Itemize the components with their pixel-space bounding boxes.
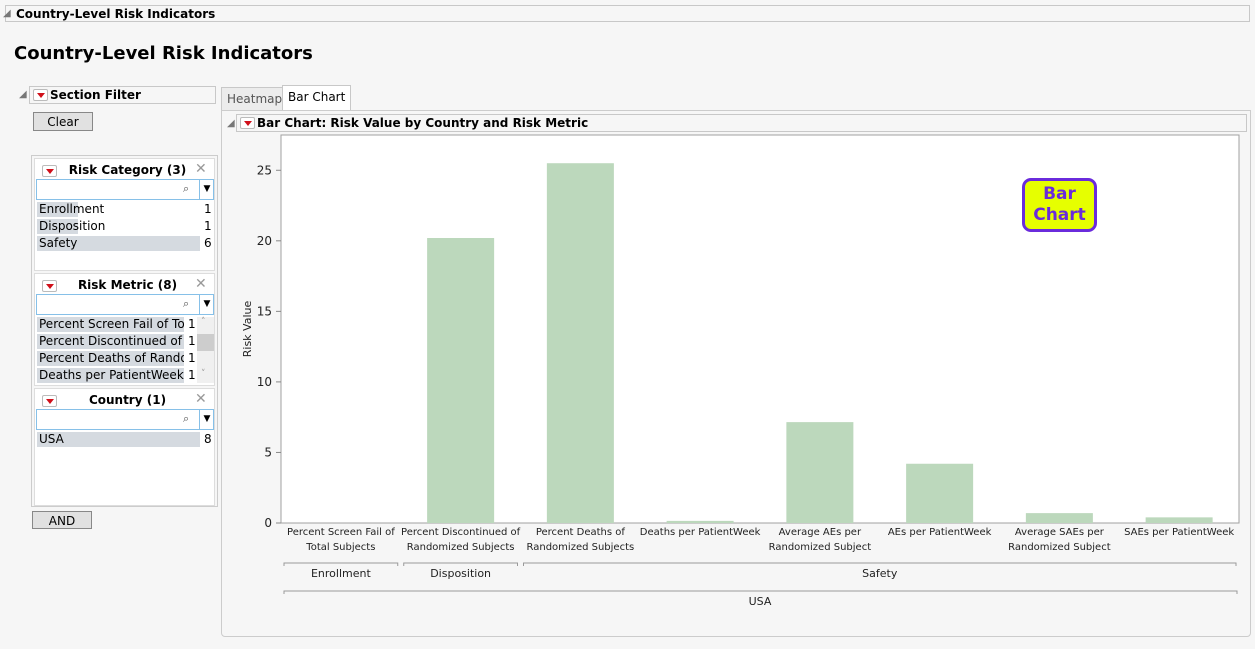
x-category-label: Percent Screen Fail of (287, 527, 395, 538)
x-category-label: Total Subjects (305, 542, 375, 553)
y-tick-label: 0 (264, 516, 272, 530)
bar (906, 463, 974, 523)
y-tick-label: 5 (264, 445, 272, 459)
x-category-label: SAEs per PatientWeek (1124, 527, 1234, 538)
bar-chart: 0 5 10 15 20 25 Risk Value Percent Screen Fail … (241, 134, 1240, 608)
group-bracket (283, 562, 399, 566)
country-label: USA (749, 595, 772, 608)
bar (1025, 513, 1093, 523)
y-tick-label: 15 (257, 304, 272, 318)
x-category-label: Deaths per PatientWeek (640, 527, 761, 538)
y-tick-label: 10 (257, 375, 272, 389)
x-category-label: Average AEs per (779, 527, 862, 538)
bar (427, 237, 495, 523)
y-axis-label: Risk Value (241, 301, 254, 358)
group-label: Enrollment (311, 567, 371, 580)
bar (546, 163, 614, 523)
group-label: Safety (862, 567, 898, 580)
bar (786, 422, 854, 523)
x-category-label: Randomized Subjects (407, 542, 515, 553)
y-tick-label: 25 (257, 163, 272, 177)
x-category-label: Percent Discontinued of (401, 527, 521, 538)
bar-chart-badge: Bar Chart (1022, 178, 1097, 232)
x-category-label: Randomized Subject (769, 542, 872, 553)
bar (1145, 517, 1213, 523)
x-category-label: Average SAEs per (1015, 527, 1105, 538)
country-bracket (283, 590, 1238, 594)
badge-line: Bar (1043, 184, 1076, 204)
x-category-label: Percent Deaths of (536, 527, 626, 538)
x-category-label: Randomized Subject (1008, 542, 1111, 553)
y-tick-label: 20 (257, 234, 272, 248)
badge-line: Chart (1033, 205, 1086, 225)
group-bracket (403, 562, 518, 566)
group-bracket (523, 562, 1237, 566)
group-label: Disposition (430, 567, 491, 580)
x-category-label: AEs per PatientWeek (888, 527, 992, 538)
bar (666, 520, 734, 523)
x-category-label: Randomized Subjects (527, 542, 635, 553)
